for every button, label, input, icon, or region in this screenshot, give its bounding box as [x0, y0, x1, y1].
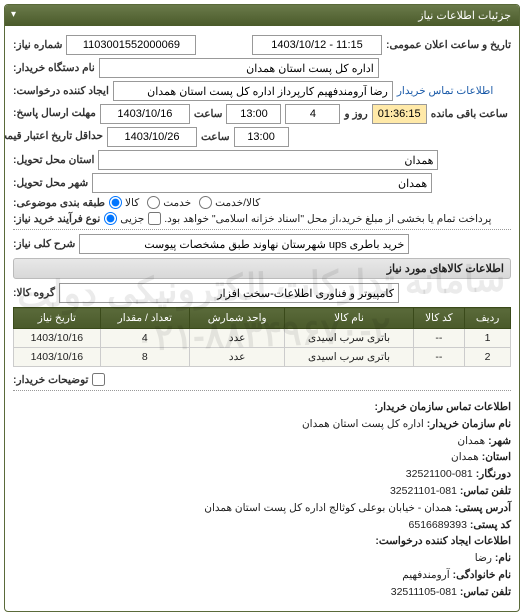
row-need-desc: شرح کلی نیاز: [13, 234, 511, 254]
row-buyer-notes: توضیحات خریدار: [13, 373, 511, 386]
panel-header[interactable]: جزئیات اطلاعات نیاز ▾ [5, 5, 519, 26]
contact-addr-label: آدرس پستی: [455, 502, 511, 514]
table-row: 2 -- باتری سرب اسیدی عدد 8 1403/10/16 [14, 348, 511, 367]
contact-org: اداره کل پست استان همدان [302, 418, 424, 430]
radio-service[interactable]: خدمت [147, 196, 191, 209]
contact-lname-label: نام خانوادگی: [453, 569, 511, 581]
contact-fax-label: دورنگار: [476, 468, 511, 480]
contact-phone-label: تلفن تماس: [460, 485, 511, 497]
panel-title: جزئیات اطلاعات نیاز [418, 10, 511, 22]
buyer-notes-label: توضیحات خریدار: [13, 374, 88, 386]
goods-group-label: گروه کالا: [13, 287, 55, 299]
contact-cphone: 081-32511105 [391, 586, 457, 598]
panel-body: تاریخ و ساعت اعلان عمومی: شماره نیاز: نا… [5, 26, 519, 611]
time2-label: ساعت [201, 131, 230, 143]
contact-fax: 081-32521100 [406, 468, 473, 480]
contact-block: اطلاعات تماس سازمان خریدار: نام سازمان خ… [13, 395, 511, 605]
announce-label: تاریخ و ساعت اعلان عمومی: [386, 39, 511, 51]
row-process: پرداخت تمام یا بخشی از مبلغ خرید،از محل … [13, 212, 511, 225]
remain-time-input [372, 104, 427, 124]
separator-2 [13, 390, 511, 391]
row-deadline-2: ساعت حداقل تاریخ اعتبار قیمت: تا تاریخ: [13, 127, 511, 147]
row-creator: اطلاعات تماس خریدار ایجاد کننده درخواست: [13, 81, 511, 101]
contact-cphone-label: تلفن تماس: [460, 586, 511, 598]
need-desc-input[interactable] [79, 234, 409, 254]
th-code: کد کالا [413, 308, 465, 329]
row-state: استان محل تحویل: [13, 150, 511, 170]
city-input[interactable] [92, 173, 432, 193]
goods-info-bar: اطلاعات کالاهای مورد نیاز [13, 258, 511, 279]
contact-fname-label: نام: [495, 552, 511, 564]
buyer-notes-check[interactable] [92, 373, 105, 386]
need-desc-label: شرح کلی نیاز: [13, 238, 75, 250]
contact-province: همدان [451, 451, 479, 463]
table-row: 1 -- باتری سرب اسیدی عدد 4 1403/10/16 [14, 329, 511, 348]
time2-input[interactable] [234, 127, 289, 147]
contact-zip: 6516689393 [409, 519, 467, 531]
req-creator-title: اطلاعات ایجاد کننده درخواست: [375, 535, 511, 547]
contact-city: همدان [457, 435, 485, 447]
contact-title: اطلاعات تماس سازمان خریدار: [375, 401, 511, 413]
goods-table: ردیف کد کالا نام کالا واحد شمارش تعداد /… [13, 307, 511, 367]
remain-label: روز و [344, 108, 367, 120]
collapse-icon[interactable]: ▾ [11, 9, 16, 20]
goods-group-input[interactable] [59, 283, 399, 303]
state-label: استان محل تحویل: [13, 154, 94, 166]
row-goods-group: گروه کالا: [13, 283, 511, 303]
contact-city-label: شهر: [488, 435, 511, 447]
announce-input[interactable] [252, 35, 382, 55]
contact-addr: همدان - خیابان بوعلی کوثالج اداره کل پست… [204, 502, 452, 514]
contact-org-label: نام سازمان خریدار: [427, 418, 511, 430]
remain-days-input [285, 104, 340, 124]
contact-lname: آرومندفهیم [402, 569, 449, 581]
contact-zip-label: کد پستی: [470, 519, 511, 531]
credit-deadline-label: حداقل تاریخ اعتبار قیمت: تا تاریخ: [13, 131, 103, 143]
row-need-no: تاریخ و ساعت اعلان عمومی: شماره نیاز: [13, 35, 511, 55]
row-city: شهر محل تحویل: [13, 173, 511, 193]
separator [13, 229, 511, 230]
city-label: شهر محل تحویل: [13, 177, 88, 189]
th-name: نام کالا [285, 308, 413, 329]
row-deadline-1: ساعت باقی مانده روز و ساعت مهلت ارسال پا… [13, 104, 511, 124]
radio-goods[interactable]: کالا [109, 196, 139, 209]
need-no-input[interactable] [66, 35, 196, 55]
radio-both[interactable]: کالا/خدمت [199, 196, 260, 209]
need-details-panel: جزئیات اطلاعات نیاز ▾ تاریخ و ساعت اعلان… [4, 4, 520, 612]
time1-label: ساعت [194, 108, 223, 120]
buyer-contact-link[interactable]: اطلاعات تماس خریدار [397, 85, 493, 97]
process-label: نوع فرآیند خرید نیاز: [13, 213, 100, 225]
contact-province-label: استان: [482, 451, 511, 463]
creator-input[interactable] [113, 81, 393, 101]
th-unit: واحد شمارش [189, 308, 285, 329]
creator-label: ایجاد کننده درخواست: [13, 85, 109, 97]
need-no-label: شماره نیاز: [13, 39, 62, 51]
date2-input[interactable] [107, 127, 197, 147]
table-header-row: ردیف کد کالا نام کالا واحد شمارش تعداد /… [14, 308, 511, 329]
buyer-org-input[interactable] [99, 58, 379, 78]
buyer-org-label: نام دستگاه خریدار: [13, 62, 95, 74]
process-note-check[interactable]: پرداخت تمام یا بخشی از مبلغ خرید،از محل … [148, 212, 491, 225]
answer-deadline-label: مهلت ارسال پاسخ: [13, 108, 96, 120]
remain-suffix: ساعت باقی مانده [431, 108, 508, 120]
category-radio-group: کالا/خدمت خدمت کالا [109, 196, 260, 209]
state-input[interactable] [98, 150, 438, 170]
contact-phone: 081-32521101 [390, 485, 457, 497]
th-idx: ردیف [465, 308, 511, 329]
category-label: طبقه بندی موضوعی: [13, 197, 105, 209]
row-category: کالا/خدمت خدمت کالا طبقه بندی موضوعی: [13, 196, 511, 209]
th-qty: تعداد / مقدار [100, 308, 189, 329]
radio-partial[interactable]: جزیی [104, 212, 144, 225]
time1-input[interactable] [226, 104, 281, 124]
date1-input[interactable] [100, 104, 190, 124]
th-date: تاریخ نیاز [14, 308, 101, 329]
contact-fname: رضا [475, 552, 492, 564]
row-buyer-org: نام دستگاه خریدار: [13, 58, 511, 78]
